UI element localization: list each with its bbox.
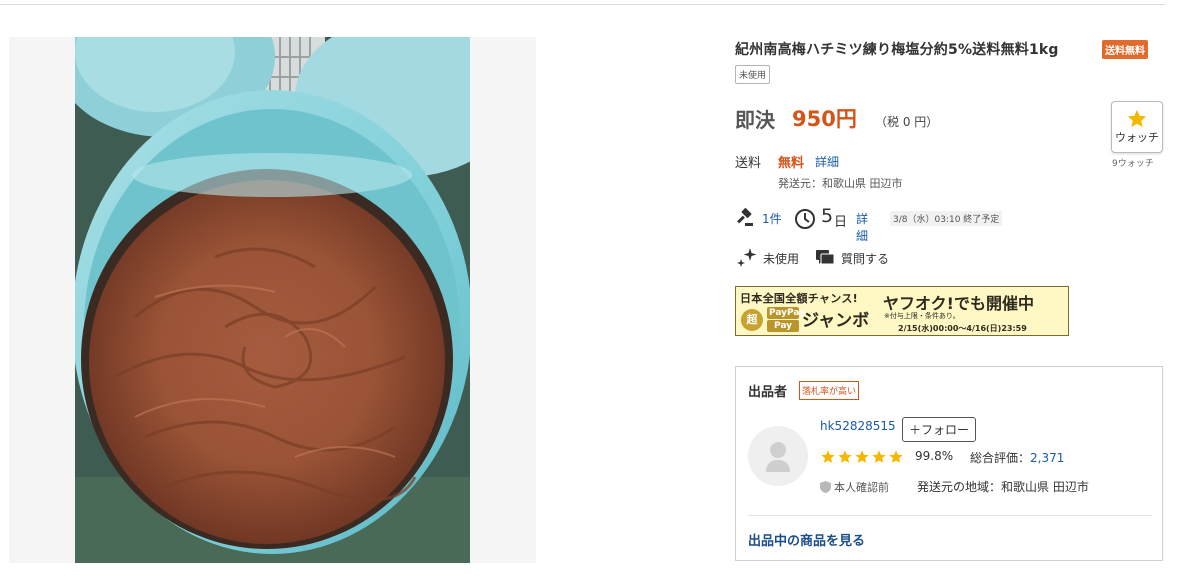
- rating-star-icon: [838, 450, 852, 463]
- days-unit: 日: [834, 215, 848, 230]
- tax-note: （税 0 円）: [875, 115, 939, 129]
- bid-count[interactable]: 1件: [762, 210, 782, 227]
- follow-button[interactable]: ＋フォロー: [902, 417, 977, 442]
- rating-total-label: 総合評価：: [970, 451, 1031, 465]
- banner-paypay-text1: PayPay: [767, 307, 806, 319]
- chat-icon: [816, 250, 835, 265]
- rating-star-icon: [889, 450, 903, 463]
- avatar-icon: [766, 442, 790, 472]
- rating-star-icon: [821, 450, 835, 463]
- verification-text: 本人確認前: [834, 481, 889, 494]
- buyout-price: 950円: [792, 107, 857, 131]
- condition-text: 未使用: [763, 252, 800, 266]
- banner-paypay-text2: Pay: [767, 320, 799, 332]
- seller-badge: 落札率が高い: [799, 381, 860, 400]
- watch-count: 9ウォッチ: [1112, 159, 1154, 169]
- shipping-detail-link[interactable]: 詳細: [815, 153, 839, 170]
- seller-location: 発送元の地域：和歌山県 田辺市: [917, 480, 1089, 494]
- banner-paypay-logo: PayPay Pay: [767, 307, 806, 333]
- seller-id-link[interactable]: hk52828515: [820, 419, 896, 433]
- product-title: 紀州南高梅ハチミツ練り梅塩分約5%送料無料1kg: [735, 42, 1059, 58]
- shipping-origin: 発送元：和歌山県 田辺市: [778, 177, 903, 190]
- rating-star-icon: [872, 450, 886, 463]
- paypay-jumbo-banner[interactable]: 日本全国全額チャンス! ヤフオク!でも開催中 超 PayPay Pay ジャンボ…: [735, 286, 1069, 336]
- seller-heading: 出品者: [748, 385, 788, 400]
- shipping-label: 送料: [735, 156, 762, 171]
- banner-note: ※付与上限・条件あり。: [884, 312, 960, 320]
- shield-icon: [820, 481, 831, 493]
- clock-icon: [795, 209, 815, 229]
- watch-button[interactable]: ウォッチ: [1111, 101, 1163, 153]
- free-shipping-badge: 送料無料: [1102, 40, 1148, 59]
- seller-card: 出品者 落札率が高い hk52828515 ＋フォロー 99.8% 総合評価：2…: [735, 366, 1163, 561]
- banner-circle-badge: 超: [741, 309, 763, 331]
- rating-total-link[interactable]: 2,371: [1030, 451, 1064, 465]
- seller-items-link[interactable]: 出品中の商品を見る: [748, 530, 865, 549]
- condition-badge: 未使用: [735, 65, 771, 84]
- days-remaining: 5: [821, 205, 834, 227]
- watch-label: ウォッチ: [1115, 131, 1159, 144]
- banner-period: 2/15(水)00:00〜4/16(日)23:59: [898, 324, 1027, 333]
- shipping-value: 無料: [778, 156, 805, 171]
- time-detail-link[interactable]: 詳細: [856, 210, 868, 244]
- buyout-label: 即決: [735, 108, 775, 132]
- rating-total: 総合評価：2,371: [970, 449, 1064, 466]
- gavel-icon: [737, 208, 753, 226]
- verification-status: 本人確認前: [820, 479, 889, 495]
- avatar[interactable]: [748, 426, 808, 486]
- banner-jumbo: ジャンボ: [802, 311, 870, 331]
- rating-star-icon: [855, 450, 869, 463]
- star-icon: [1127, 109, 1147, 128]
- banner-line1: 日本全国全額チャンス!: [740, 292, 858, 305]
- sparkle-icon: [737, 248, 757, 267]
- product-image[interactable]: [75, 37, 470, 563]
- rating-percent: 99.8%: [915, 449, 954, 463]
- top-divider: [0, 4, 1165, 5]
- seller-divider: [748, 515, 1152, 516]
- end-date: 3/8（水）03:10 終了予定: [890, 211, 1003, 226]
- ask-question-link[interactable]: 質問する: [841, 250, 889, 267]
- rating-stars: [820, 449, 905, 465]
